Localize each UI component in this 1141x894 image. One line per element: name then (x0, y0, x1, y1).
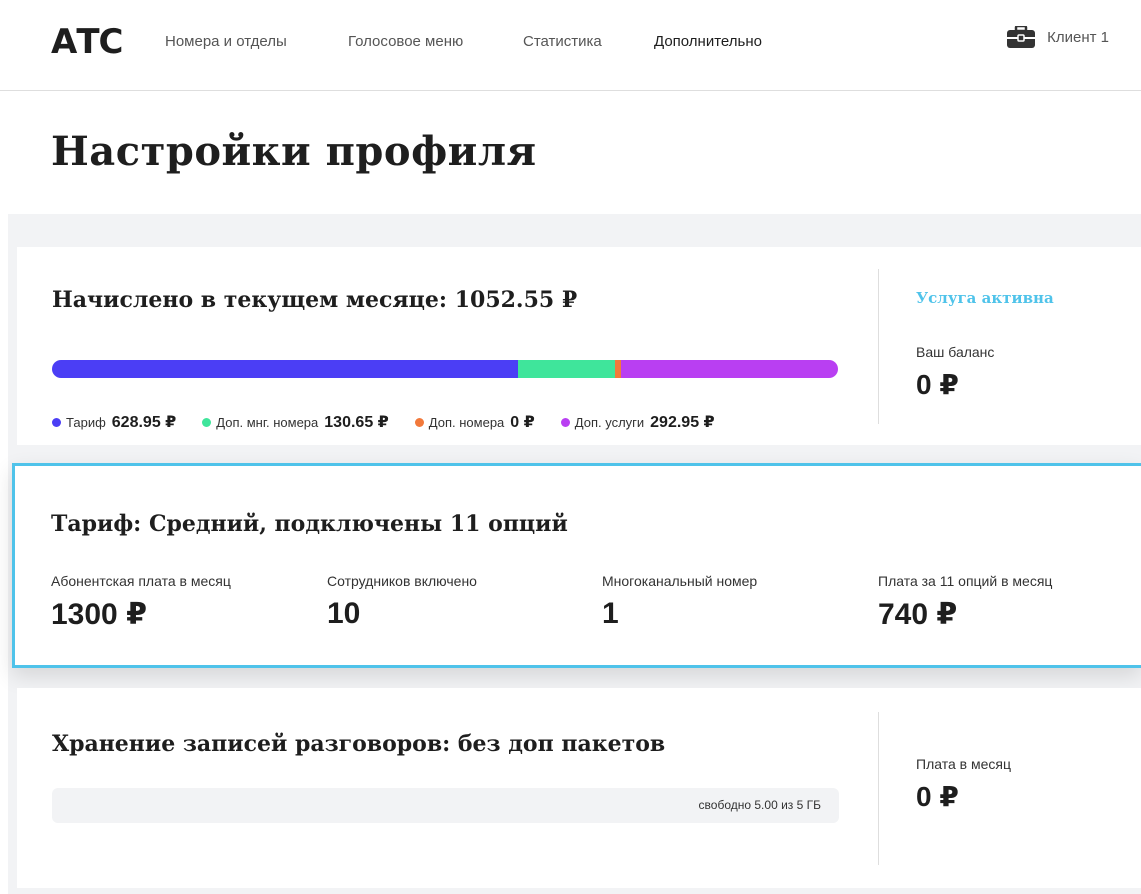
stat-value: 10 (327, 597, 361, 630)
bar-segment-tariff (52, 360, 518, 378)
nav-numbers-departments[interactable]: Номера и отделы (165, 33, 287, 50)
storage-title: Хранение записей разговоров: без доп пак… (52, 731, 666, 757)
stat-multichannel-number: Многоканальный номер 1 (602, 573, 757, 631)
nav-statistics[interactable]: Статистика (523, 33, 602, 50)
tariff-title: Тариф: Средний, подключены 11 опций (51, 511, 568, 537)
balance-value: 0 ₽ (916, 369, 959, 400)
legend-item-extra-services: Доп. услуги 292.95 ₽ (560, 412, 715, 432)
vertical-divider (878, 269, 879, 424)
briefcase-icon (1007, 24, 1036, 48)
page-title: Настройки профиля (51, 128, 537, 175)
service-status: Услуга активна (916, 289, 1054, 307)
bar-segment-extra-services (620, 360, 838, 378)
legend-value: 292.95 ₽ (650, 414, 715, 431)
stat-value: 740 ₽ (878, 598, 958, 631)
legend-label: Доп. услуги (574, 414, 645, 430)
tariff-card[interactable]: Тариф: Средний, подключены 11 опций Абон… (12, 463, 1141, 668)
legend-dot-extra-numbers (414, 417, 424, 427)
vertical-divider (878, 712, 879, 865)
legend-value: 130.65 ₽ (324, 414, 389, 431)
top-navigation-bar: АТС Номера и отделы Голосовое меню Стати… (0, 0, 1141, 91)
legend-dot-extra-services (560, 417, 570, 427)
legend-value: 628.95 ₽ (111, 414, 177, 431)
legend-value: 0 ₽ (510, 414, 535, 431)
nav-voice-menu[interactable]: Голосовое меню (348, 33, 463, 50)
stat-employees: Сотрудников включено 10 (327, 573, 477, 631)
billing-card: Начислено в текущем месяце: 1052.55 ₽ Та… (17, 247, 1141, 445)
legend-item-extra-multichannel: Доп. мнг. номера 130.65 ₽ (202, 412, 389, 432)
stat-value: 1300 ₽ (51, 598, 147, 631)
client-menu[interactable]: Клиент 1 (1007, 24, 1109, 48)
stat-label: Многоканальный номер (602, 573, 758, 589)
legend-label: Тариф (66, 414, 106, 430)
stat-monthly-fee: Абонентская плата в месяц 1300 ₽ (51, 573, 231, 632)
client-name: Клиент 1 (1047, 28, 1109, 46)
fee-value: 0 ₽ (916, 781, 959, 812)
stat-value: 1 (602, 597, 619, 630)
stat-label: Абонентская плата в месяц (51, 573, 231, 589)
legend-dot-extra-multichannel (202, 417, 212, 427)
logo[interactable]: АТС (51, 22, 123, 62)
billing-title: Начислено в текущем месяце: 1052.55 ₽ (52, 287, 578, 313)
fee-label: Плата в месяц (916, 756, 1011, 772)
stat-label: Сотрудников включено (327, 573, 477, 589)
stat-options-fee: Плата за 11 опций в месяц 740 ₽ (878, 573, 1052, 632)
legend-dot-tariff (52, 417, 61, 427)
legend-label: Доп. номера (428, 414, 505, 430)
storage-usage-text: свободно 5.00 из 5 ГБ (698, 798, 821, 812)
nav-additional[interactable]: Дополнительно (654, 33, 762, 50)
legend-item-tariff: Тариф 628.95 ₽ (52, 412, 176, 432)
charges-progress-bar (52, 360, 838, 378)
stat-label: Плата за 11 опций в месяц (878, 573, 1053, 589)
balance-label: Ваш баланс (916, 344, 995, 360)
legend-label: Доп. мнг. номера (216, 414, 319, 430)
bar-segment-extra-multichannel (517, 360, 615, 378)
charges-legend: Тариф 628.95 ₽ Доп. мнг. номера 130.65 ₽… (52, 412, 715, 432)
legend-item-extra-numbers: Доп. номера 0 ₽ (414, 412, 535, 432)
recordings-storage-card: Хранение записей разговоров: без доп пак… (17, 688, 1141, 888)
storage-usage-bar: свободно 5.00 из 5 ГБ (52, 788, 839, 823)
